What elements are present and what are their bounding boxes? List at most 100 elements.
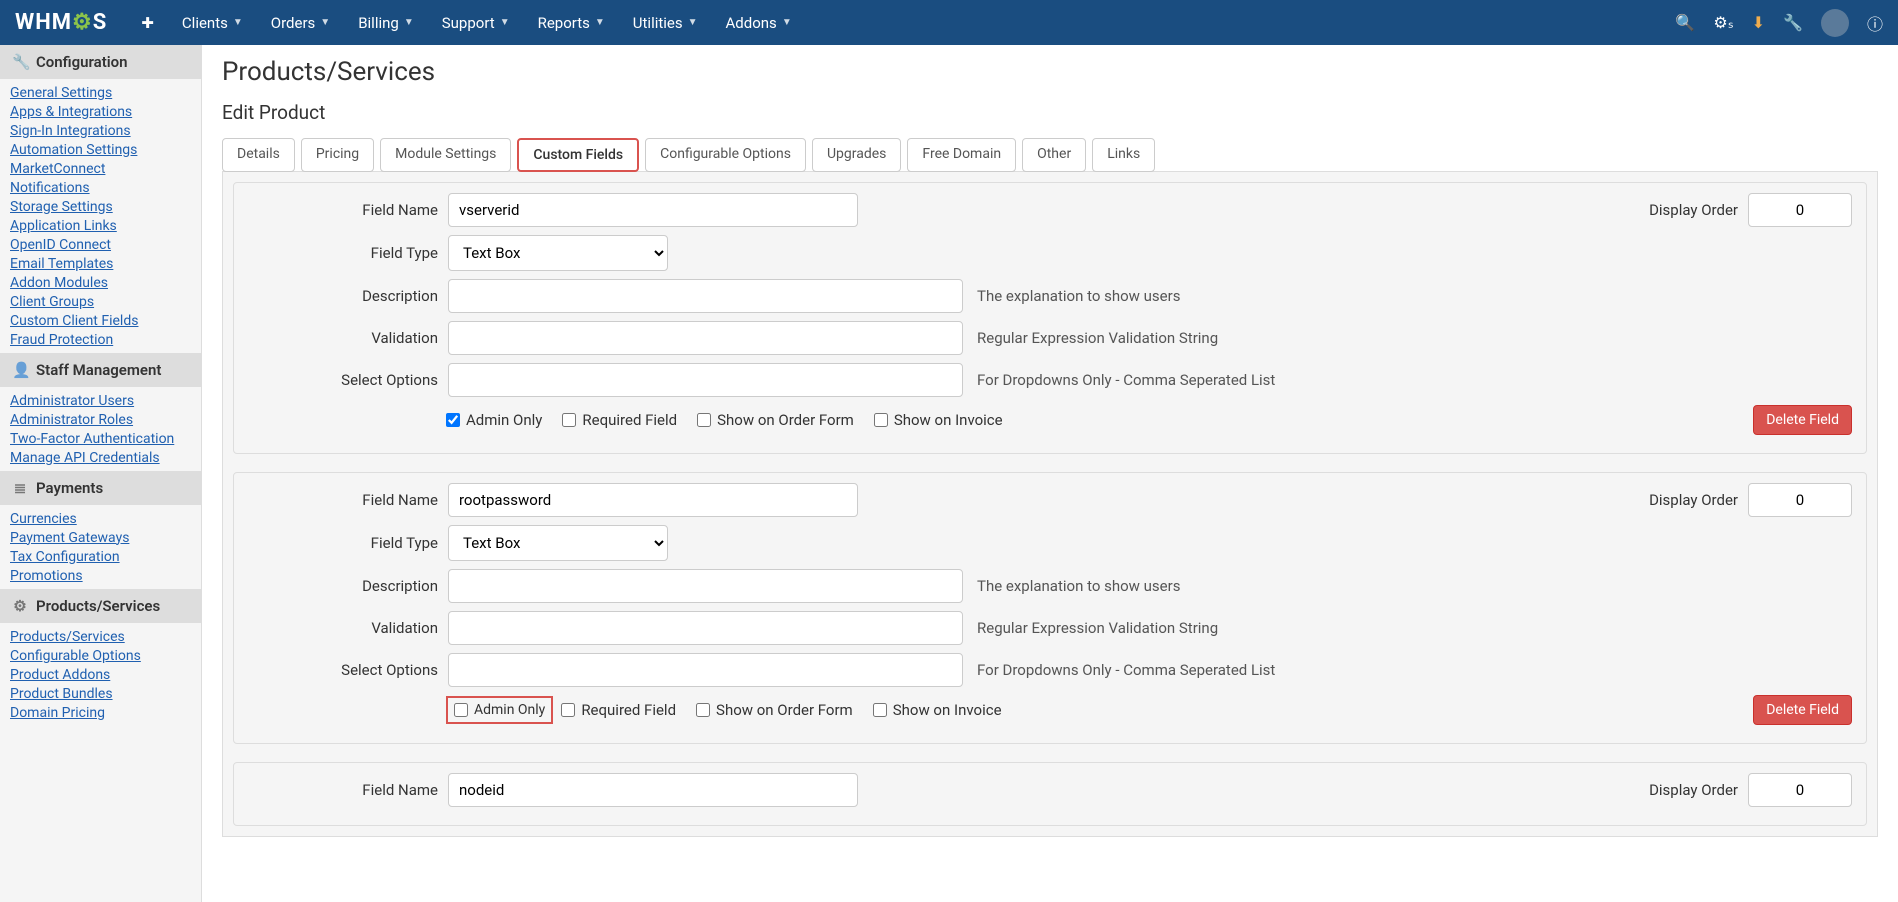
sidebar-link[interactable]: Administrator Users bbox=[10, 391, 191, 410]
input-display-order[interactable] bbox=[1748, 483, 1852, 517]
checkbox-invoice[interactable] bbox=[873, 703, 887, 717]
sidebar-link[interactable]: Manage API Credentials bbox=[10, 448, 191, 467]
input-validation[interactable] bbox=[448, 321, 963, 355]
tab-details[interactable]: Details bbox=[222, 138, 295, 172]
gear-icon: ⚙ bbox=[12, 597, 28, 615]
sidebar-link[interactable]: Notifications bbox=[10, 178, 191, 197]
settings-gears-icon[interactable]: ⚙ₛ bbox=[1713, 13, 1733, 32]
sidebar-link[interactable]: Application Links bbox=[10, 216, 191, 235]
delete-field-button[interactable]: Delete Field bbox=[1753, 405, 1852, 435]
user-avatar[interactable] bbox=[1821, 9, 1849, 37]
input-field-name[interactable] bbox=[448, 773, 858, 807]
sidebar-link[interactable]: Products/Services bbox=[10, 627, 191, 646]
check-required[interactable]: Required Field bbox=[562, 411, 677, 429]
input-display-order[interactable] bbox=[1748, 193, 1852, 227]
tab-pricing[interactable]: Pricing bbox=[301, 138, 374, 172]
tab-custom-fields[interactable]: Custom Fields bbox=[517, 138, 639, 172]
checkbox-invoice[interactable] bbox=[874, 413, 888, 427]
topbar-plus[interactable]: ✚ bbox=[127, 0, 168, 45]
sidebar-link[interactable]: Addon Modules bbox=[10, 273, 191, 292]
sidebar-link[interactable]: Currencies bbox=[10, 509, 191, 528]
sidebar-link[interactable]: Fraud Protection bbox=[10, 330, 191, 349]
sidebar-link[interactable]: Client Groups bbox=[10, 292, 191, 311]
checkbox-admin-only[interactable] bbox=[454, 703, 468, 717]
sidebar-link[interactable]: Sign-In Integrations bbox=[10, 121, 191, 140]
main-content: Products/Services Edit Product Details P… bbox=[202, 45, 1898, 902]
nav-reports[interactable]: Reports▼ bbox=[524, 0, 619, 45]
sidebar-link[interactable]: Email Templates bbox=[10, 254, 191, 273]
label-field-type: Field Type bbox=[248, 534, 438, 552]
nav-orders[interactable]: Orders▼ bbox=[257, 0, 344, 45]
sidebar-link[interactable]: Configurable Options bbox=[10, 646, 191, 665]
sidebar-link[interactable]: Promotions bbox=[10, 566, 191, 585]
tab-free-domain[interactable]: Free Domain bbox=[907, 138, 1016, 172]
delete-field-button[interactable]: Delete Field bbox=[1753, 695, 1852, 725]
checkbox-required[interactable] bbox=[562, 413, 576, 427]
checkbox-required[interactable] bbox=[561, 703, 575, 717]
sidebar-link[interactable]: Administrator Roles bbox=[10, 410, 191, 429]
check-required[interactable]: Required Field bbox=[561, 701, 676, 719]
wrench-icon[interactable]: 🔧 bbox=[1783, 13, 1803, 32]
tab-upgrades[interactable]: Upgrades bbox=[812, 138, 901, 172]
check-invoice[interactable]: Show on Invoice bbox=[874, 411, 1003, 429]
nav-addons[interactable]: Addons▼ bbox=[712, 0, 806, 45]
sidebar-link[interactable]: Product Addons bbox=[10, 665, 191, 684]
sidebar-link[interactable]: Two-Factor Authentication bbox=[10, 429, 191, 448]
sidebar-link[interactable]: Payment Gateways bbox=[10, 528, 191, 547]
nav-clients[interactable]: Clients▼ bbox=[168, 0, 257, 45]
check-invoice[interactable]: Show on Invoice bbox=[873, 701, 1002, 719]
tab-config-options[interactable]: Configurable Options bbox=[645, 138, 806, 172]
sidebar-head-label: Staff Management bbox=[36, 361, 161, 379]
input-description[interactable] bbox=[448, 569, 963, 603]
sidebar-link[interactable]: Domain Pricing bbox=[10, 703, 191, 722]
download-icon[interactable]: ⬇ bbox=[1752, 13, 1765, 32]
help-icon[interactable]: ⓘ bbox=[1867, 11, 1883, 35]
label-description: Description bbox=[248, 287, 438, 305]
gear-icon: ⚙ bbox=[72, 10, 93, 35]
select-field-type[interactable]: Text Box bbox=[448, 525, 668, 561]
sidebar-head-payments: ≣Payments bbox=[0, 471, 201, 505]
input-field-name[interactable] bbox=[448, 193, 858, 227]
checkbox-admin-only[interactable] bbox=[446, 413, 460, 427]
label-validation: Validation bbox=[248, 619, 438, 637]
chevron-down-icon: ▼ bbox=[233, 17, 243, 28]
checkbox-order-form[interactable] bbox=[696, 703, 710, 717]
sidebar-link[interactable]: General Settings bbox=[10, 83, 191, 102]
sidebar-link[interactable]: OpenID Connect bbox=[10, 235, 191, 254]
select-field-type[interactable]: Text Box bbox=[448, 235, 668, 271]
sidebar-link[interactable]: Storage Settings bbox=[10, 197, 191, 216]
tab-other[interactable]: Other bbox=[1022, 138, 1086, 172]
input-select-options[interactable] bbox=[448, 363, 963, 397]
label-description: Description bbox=[248, 577, 438, 595]
wrench-icon: 🔧 bbox=[12, 53, 28, 71]
topbar-right: 🔍 ⚙ₛ ⬇ 🔧 ⓘ bbox=[1675, 9, 1883, 37]
sidebar-link[interactable]: Apps & Integrations bbox=[10, 102, 191, 121]
nav-support[interactable]: Support▼ bbox=[428, 0, 524, 45]
sidebar-link[interactable]: Tax Configuration bbox=[10, 547, 191, 566]
sidebar-head-products: ⚙Products/Services bbox=[0, 589, 201, 623]
input-select-options[interactable] bbox=[448, 653, 963, 687]
checkbox-order-form[interactable] bbox=[697, 413, 711, 427]
nav-utilities[interactable]: Utilities▼ bbox=[619, 0, 712, 45]
check-order-form[interactable]: Show on Order Form bbox=[697, 411, 854, 429]
logo-text-post: S bbox=[93, 10, 108, 35]
checkbox-label: Show on Order Form bbox=[717, 411, 854, 429]
input-display-order[interactable] bbox=[1748, 773, 1852, 807]
sidebar-link[interactable]: Automation Settings bbox=[10, 140, 191, 159]
input-validation[interactable] bbox=[448, 611, 963, 645]
top-navbar: WHM⚙S ✚ Clients▼ Orders▼ Billing▼ Suppor… bbox=[0, 0, 1898, 45]
nav-billing[interactable]: Billing▼ bbox=[344, 0, 428, 45]
tab-links[interactable]: Links bbox=[1092, 138, 1155, 172]
check-order-form[interactable]: Show on Order Form bbox=[696, 701, 853, 719]
search-icon[interactable]: 🔍 bbox=[1675, 13, 1695, 32]
sidebar-link[interactable]: MarketConnect bbox=[10, 159, 191, 178]
input-field-name[interactable] bbox=[448, 483, 858, 517]
brand-logo[interactable]: WHM⚙S bbox=[15, 10, 107, 35]
sidebar-link[interactable]: Product Bundles bbox=[10, 684, 191, 703]
checkbox-label: Show on Order Form bbox=[716, 701, 853, 719]
input-description[interactable] bbox=[448, 279, 963, 313]
check-admin-only[interactable]: Admin Only bbox=[446, 411, 542, 429]
tab-module[interactable]: Module Settings bbox=[380, 138, 511, 172]
label-field-type: Field Type bbox=[248, 244, 438, 262]
sidebar-link[interactable]: Custom Client Fields bbox=[10, 311, 191, 330]
